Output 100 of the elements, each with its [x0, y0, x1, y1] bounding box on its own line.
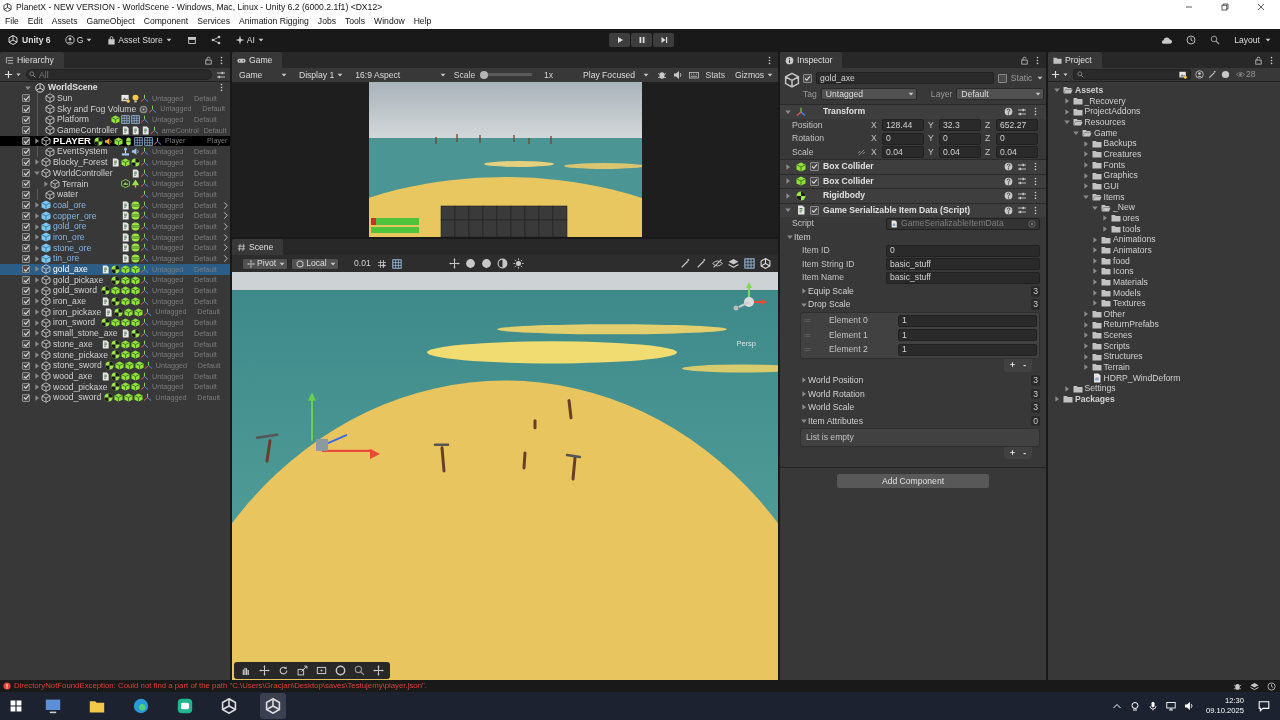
folder-name[interactable]: Terrain	[1103, 363, 1130, 372]
text-field[interactable]: 0	[886, 244, 1040, 257]
folder-name[interactable]: _Recovery	[1084, 96, 1126, 106]
version-button[interactable]: Unity 6	[8, 35, 51, 45]
number-field[interactable]: 1	[898, 329, 1037, 342]
account-button[interactable]: G	[64, 35, 94, 45]
scene-row[interactable]: WorldScene	[0, 82, 230, 93]
number-field[interactable]: 1	[898, 314, 1037, 327]
tag-dropdown[interactable]: Untagged	[820, 88, 917, 100]
snap-value[interactable]: 0.01	[348, 259, 371, 268]
list-count[interactable]: 3	[1031, 285, 1040, 297]
number-field[interactable]: 652.27	[996, 119, 1038, 132]
list-count[interactable]: 3	[1031, 299, 1040, 311]
menu-item[interactable]: Jobs	[317, 17, 336, 26]
folder-name[interactable]: Icons	[1113, 267, 1134, 276]
menu-item[interactable]: Edit	[27, 17, 43, 26]
game-tab[interactable]: Game	[232, 52, 283, 68]
folder-name[interactable]: Backups	[1103, 139, 1137, 148]
number-field[interactable]: 0.04	[882, 146, 924, 159]
space-dropdown[interactable]: Local	[291, 257, 339, 270]
folder-name[interactable]: ProjectAddons	[1084, 107, 1141, 116]
folder-name[interactable]: Models	[1113, 288, 1141, 298]
menu-item[interactable]: GameObject	[86, 17, 135, 26]
list-count[interactable]: 3	[1031, 388, 1040, 400]
object-name: gold_axe	[53, 265, 88, 274]
asset-store-button[interactable]: Asset Store	[107, 35, 173, 45]
list-count[interactable]: 3	[1031, 375, 1040, 386]
scene-tab[interactable]: Scene	[232, 239, 284, 255]
number-field[interactable]: 1	[898, 343, 1037, 356]
folder-name[interactable]: Animations	[1113, 235, 1156, 244]
field-label: Rotation	[792, 134, 825, 144]
folder-name[interactable]: Resources	[1084, 118, 1126, 127]
folder-name[interactable]: Game	[1094, 128, 1118, 138]
number-field[interactable]: 0	[882, 132, 924, 145]
menu-item[interactable]: Component	[143, 17, 189, 26]
object-name: stone_pickaxe	[53, 350, 108, 360]
remove-button[interactable]: -	[1023, 361, 1026, 370]
folder-name[interactable]: Other	[1103, 309, 1125, 319]
project-tab[interactable]: Project	[1048, 52, 1102, 68]
number-field[interactable]: 32.3	[939, 119, 981, 132]
folder-name[interactable]: ores	[1122, 213, 1140, 223]
hierarchy-tab[interactable]: Hierarchy	[0, 52, 64, 68]
folder-name[interactable]: _New	[1113, 203, 1135, 212]
view-dropdown[interactable]: Game	[235, 69, 289, 81]
folder-name[interactable]: Packages	[1075, 395, 1115, 404]
number-field[interactable]: 128.44	[882, 119, 924, 132]
folder-name[interactable]: food	[1113, 256, 1130, 266]
search-field[interactable]: All	[26, 69, 212, 80]
file-name[interactable]: HDRP_WindDeform	[1103, 373, 1181, 383]
layer-dropdown[interactable]: Default	[956, 88, 1045, 100]
aspect-dropdown[interactable]: 16:9 Aspect	[351, 69, 448, 81]
folder-name[interactable]: Scenes	[1103, 331, 1133, 340]
display-dropdown[interactable]: Display 1	[294, 69, 346, 81]
folder-name[interactable]: ReturnPrefabs	[1103, 320, 1159, 330]
ai-button[interactable]: AI	[234, 35, 265, 45]
number-field[interactable]: 0.04	[996, 146, 1038, 159]
folder-name[interactable]: Animators	[1113, 245, 1152, 255]
number-field[interactable]: 0	[939, 132, 981, 145]
add-component-button[interactable]: Add Component	[837, 474, 989, 489]
folder-name[interactable]: Structures	[1103, 352, 1143, 362]
add-button[interactable]: +	[1010, 361, 1016, 370]
stats-button[interactable]: Stats	[705, 70, 725, 80]
inspector-tab[interactable]: Inspector	[780, 52, 843, 68]
text-field[interactable]: basic_stuff	[886, 271, 1040, 284]
component-header[interactable]: Box Collider	[780, 159, 1046, 174]
folder-name[interactable]: Scripts	[1103, 341, 1130, 351]
folder-name[interactable]: Settings	[1084, 384, 1116, 393]
remove-button[interactable]: -	[1023, 448, 1026, 458]
component-header[interactable]: Rigidbody	[780, 188, 1046, 203]
menu-item[interactable]: Animation Rigging	[239, 17, 309, 26]
menu-item[interactable]: Help	[413, 17, 432, 26]
hidden-count[interactable]: 28	[1236, 70, 1256, 79]
folder-name[interactable]: Fonts	[1103, 160, 1125, 170]
name-field[interactable]: gold_axe	[816, 72, 994, 84]
menu-item[interactable]: Tools	[345, 17, 366, 26]
folder-name[interactable]: Graphics	[1103, 171, 1138, 180]
menu-item[interactable]: Window	[374, 17, 405, 26]
list-count[interactable]: 3	[1031, 402, 1040, 413]
component-header[interactable]: Transform	[780, 104, 1046, 119]
text-field[interactable]: basic_stuff	[886, 258, 1040, 271]
folder-name[interactable]: GUI	[1103, 181, 1119, 191]
element-label: Element 0	[828, 316, 869, 326]
list-count[interactable]: 0	[1031, 415, 1040, 427]
play-mode-dropdown[interactable]: Play Focused	[579, 69, 652, 81]
pivot-dropdown[interactable]: Pivot	[242, 257, 288, 270]
folder-name[interactable]: Assets	[1075, 86, 1104, 95]
gizmos-dropdown[interactable]: Gizmos	[731, 69, 775, 81]
number-field[interactable]: 0.04	[939, 146, 981, 159]
menu-item[interactable]: Services	[197, 17, 231, 26]
layout-dropdown[interactable]: Layout	[1234, 35, 1272, 45]
number-field[interactable]: 0	[996, 132, 1038, 145]
folder-name[interactable]: Materials	[1113, 277, 1148, 287]
folder-name[interactable]: Items	[1103, 192, 1125, 202]
menu-item[interactable]: Assets	[51, 17, 78, 26]
object-name: wood_axe	[53, 371, 93, 381]
add-button[interactable]: +	[1010, 448, 1016, 458]
folder-name[interactable]: tools	[1122, 224, 1141, 234]
menu-item[interactable]: File	[5, 17, 19, 26]
folder-name[interactable]: Textures	[1113, 299, 1146, 308]
folder-name[interactable]: Creatures	[1103, 149, 1142, 159]
